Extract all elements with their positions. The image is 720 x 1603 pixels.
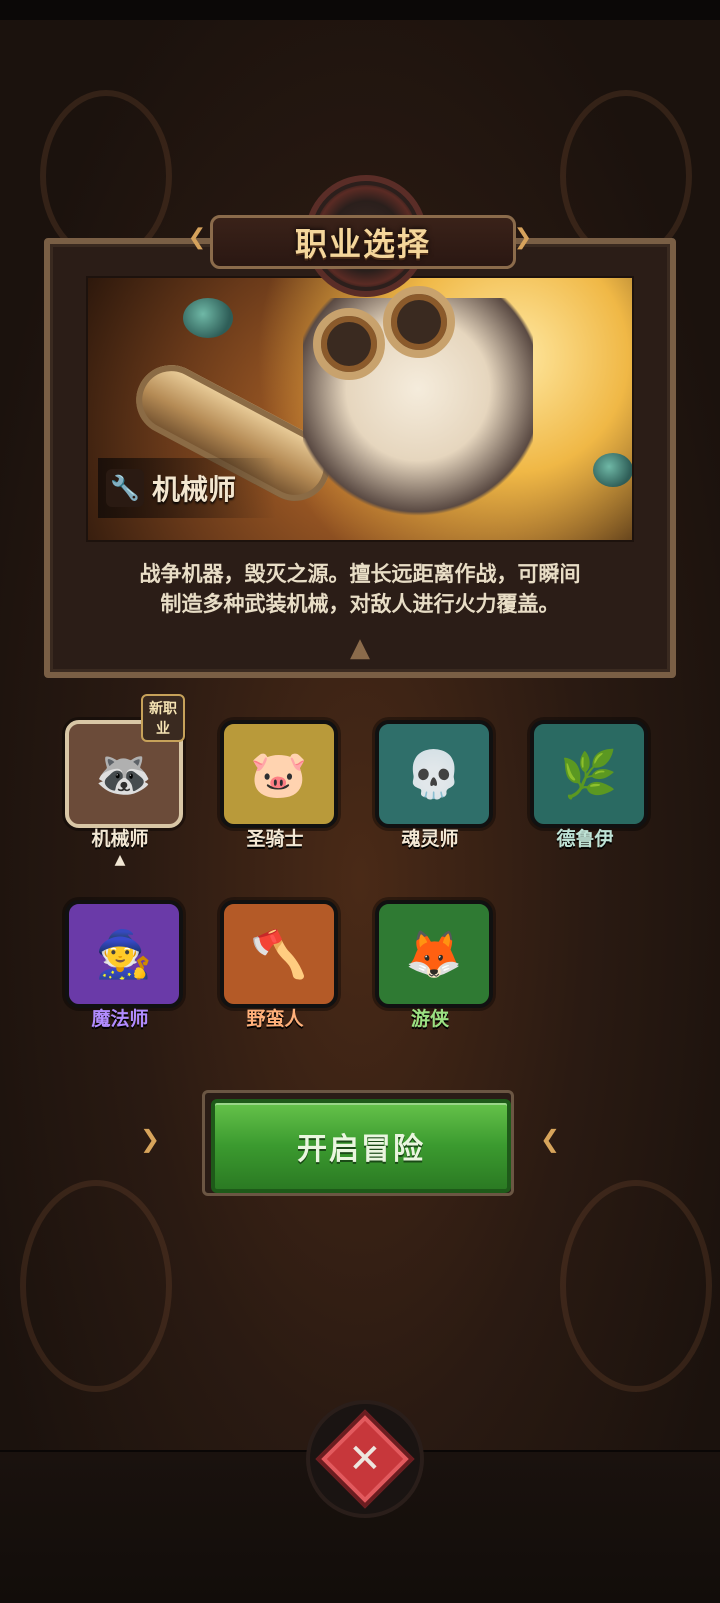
class-label: 德鲁伊 <box>556 828 614 850</box>
drone-left-icon <box>183 298 233 338</box>
new-class-badge: 新职业 <box>141 694 185 742</box>
game-background: 🔧 机械师 战争机器，毁灭之源。擅长远距离作战，可瞬间 制造多种武装机械，对敌人… <box>0 0 720 1603</box>
ranger-portrait-icon: 🦊 <box>375 900 493 1008</box>
druid-portrait-icon: 🌿 <box>530 720 648 828</box>
class-label: 野蛮人 <box>246 1008 304 1030</box>
description-line-2: 制造多种武装机械，对敌人进行火力覆盖。 <box>160 592 560 616</box>
drone-right-icon <box>593 453 632 487</box>
class-description: 战争机器，毁灭之源。擅长远距离作战，可瞬间 制造多种武装机械，对敌人进行火力覆盖… <box>70 559 650 619</box>
necromancer-portrait-icon: 💀 <box>375 720 493 828</box>
ornament-arrow-icon: ❮ <box>187 225 207 250</box>
class-detail-card: 🔧 机械师 战争机器，毁灭之源。擅长远距离作战，可瞬间 制造多种武装机械，对敌人… <box>44 238 676 678</box>
hero-class-name: 机械师 <box>152 473 237 506</box>
bottom-emblem[interactable]: ✕ <box>306 1400 424 1518</box>
start-adventure-button[interactable]: 开启冒险 <box>211 1099 511 1193</box>
goggle-icon <box>383 286 455 358</box>
class-label: 圣骑士 <box>246 828 304 850</box>
mage-portrait-icon: 🧙 <box>65 900 183 1008</box>
page-title: 职业选择 <box>294 225 431 263</box>
status-bar <box>0 0 720 20</box>
class-option-ranger[interactable]: 🦊 游侠 <box>365 900 495 1050</box>
class-label: 游侠 <box>410 1008 449 1030</box>
title-banner: 职业选择 ❮ ❯ <box>188 175 532 297</box>
start-button-label: 开启冒险 <box>297 1132 425 1167</box>
class-option-druid[interactable]: 🌿 德鲁伊 <box>520 720 650 870</box>
paladin-portrait-icon: 🐷 <box>220 720 338 828</box>
ornament-arrow-icon: ❯ <box>513 225 533 250</box>
goggle-icon <box>313 308 385 380</box>
wrench-icon: 🔧 <box>106 469 144 507</box>
class-option-mage[interactable]: 🧙 魔法师 <box>55 900 185 1050</box>
ornament-arrow-icon: ❮ <box>540 1125 561 1153</box>
hero-illustration: 🔧 机械师 <box>86 276 634 542</box>
start-button-frame: 开启冒险 <box>202 1090 514 1196</box>
ornament-left-top <box>40 90 172 262</box>
description-line-1: 战争机器，毁灭之源。擅长远距离作战，可瞬间 <box>139 562 581 586</box>
ornament-right-top <box>560 90 692 262</box>
title-plate: 职业选择 <box>210 215 516 269</box>
card-bottom-ornament: ▲ <box>350 633 370 663</box>
barbarian-portrait-icon: 🪓 <box>220 900 338 1008</box>
class-label: 魂灵师 <box>401 828 459 850</box>
class-label: 魔法师 <box>91 1008 149 1030</box>
selected-caret-icon: ▲ <box>114 852 126 868</box>
hero-name-plate: 🔧 机械师 <box>98 458 277 518</box>
class-option-barbarian[interactable]: 🪓 野蛮人 <box>210 900 340 1050</box>
class-label: 机械师 <box>91 828 149 850</box>
class-option-mechanic[interactable]: 🦝 新职业 机械师 ▲ <box>55 694 185 870</box>
ornament-right-bottom <box>560 1180 712 1392</box>
class-option-paladin[interactable]: 🐷 圣骑士 <box>210 720 340 870</box>
ornament-arrow-icon: ❯ <box>140 1125 161 1153</box>
crossed-swords-icon: ✕ <box>315 1409 415 1509</box>
class-option-necromancer[interactable]: 💀 魂灵师 <box>365 720 495 870</box>
ornament-left-bottom <box>20 1180 172 1392</box>
